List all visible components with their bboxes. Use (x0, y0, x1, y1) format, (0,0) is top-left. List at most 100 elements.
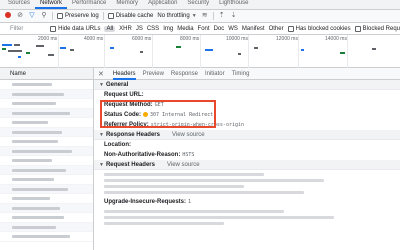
tab-timing[interactable]: Timing (232, 68, 250, 80)
tab-memory[interactable]: Memory (111, 0, 143, 9)
table-row[interactable] (0, 165, 93, 175)
network-overview-timeline[interactable]: 2000 ms 4000 ms 6000 ms 8000 ms 10000 ms… (0, 35, 400, 68)
redacted-text (12, 102, 56, 105)
type-filter-xhr[interactable]: XHR (119, 26, 132, 32)
disable-cache-checkbox[interactable]: Disable cache (107, 13, 153, 19)
tab-initiator[interactable]: Initiator (205, 68, 225, 80)
checkbox-box[interactable] (354, 25, 361, 32)
table-row[interactable] (0, 222, 93, 232)
table-row[interactable] (0, 99, 93, 109)
type-filter-font[interactable]: Font (198, 26, 210, 32)
checkbox-box[interactable] (50, 25, 57, 32)
triangle-down-icon: ▼ (99, 82, 104, 88)
tab-security[interactable]: Security (182, 0, 214, 9)
blocked-requests-label: Blocked Requ (362, 25, 400, 32)
checkbox-box[interactable] (287, 25, 294, 32)
wifi-icon[interactable]: ≋ (201, 12, 209, 20)
referrer-policy-key: Referrer Policy: (104, 122, 149, 128)
type-filter-doc[interactable]: Doc (214, 26, 225, 32)
type-filter-js[interactable]: JS (136, 26, 143, 32)
timeline-bar (254, 47, 258, 49)
close-icon[interactable]: ✕ (98, 70, 104, 78)
tab-application[interactable]: Application (143, 0, 182, 9)
details-tabbar: ✕ Headers Preview Response Initiator Tim… (94, 68, 400, 80)
request-details-pane: ✕ Headers Preview Response Initiator Tim… (94, 68, 400, 250)
filter-input[interactable]: Filter (10, 26, 46, 32)
timeline-gridline (298, 35, 299, 68)
request-url-row: Request URL: (94, 90, 400, 100)
download-icon[interactable]: ⇣ (230, 12, 238, 20)
table-row[interactable] (0, 184, 93, 194)
table-row[interactable] (0, 194, 93, 204)
table-row[interactable] (0, 156, 93, 166)
table-row[interactable] (0, 80, 93, 90)
timeline-tick-label: 4000 ms (84, 36, 104, 42)
request-headers-section-header[interactable]: ▼ Request Headers View source (94, 160, 400, 170)
timeline-gridline (104, 35, 105, 68)
tab-response[interactable]: Response (171, 68, 198, 80)
timeline-gridline (200, 35, 201, 68)
triangle-down-icon: ▼ (99, 162, 104, 168)
filter-icon[interactable]: ▽ (28, 12, 36, 20)
table-row[interactable] (0, 146, 93, 156)
redacted-text (12, 83, 52, 86)
has-blocked-cookies-label: Has blocked cookies (295, 25, 351, 32)
view-source-link[interactable]: View source (167, 162, 200, 168)
timeline-bar (8, 50, 22, 52)
type-filter-media[interactable]: Media (177, 26, 193, 32)
redacted-text (12, 187, 68, 191)
tab-network[interactable]: Network (35, 0, 68, 9)
name-column-header[interactable]: Name (0, 68, 93, 80)
status-code-value: 307 Internal Redirect (150, 112, 214, 118)
table-row[interactable] (0, 175, 93, 185)
timeline-gridline (152, 35, 153, 68)
table-row[interactable] (0, 89, 93, 99)
network-filterbar: Filter Hide data URLs All XHR JS CSS Img… (0, 23, 400, 35)
status-warning-icon (143, 111, 149, 117)
table-row[interactable] (0, 108, 93, 118)
has-blocked-cookies-checkbox[interactable]: Has blocked cookies (287, 25, 351, 32)
status-code-key: Status Code: (104, 112, 142, 118)
table-row[interactable] (0, 203, 93, 213)
timeline-tick-label: 8000 ms (180, 36, 200, 42)
type-filter-other[interactable]: Other (269, 26, 284, 32)
throttling-select[interactable]: No throttling ▼ (157, 13, 196, 19)
general-section-header[interactable]: ▼ General (94, 80, 400, 90)
type-filter-img[interactable]: Img (163, 26, 173, 32)
type-filter-css[interactable]: CSS (147, 26, 159, 32)
type-filter-ws[interactable]: WS (228, 26, 238, 32)
type-filter-all[interactable]: All (104, 25, 116, 32)
timeline-tick-label: 6000 ms (132, 36, 152, 42)
search-icon[interactable]: ⚲ (40, 12, 48, 20)
type-filter-manifest[interactable]: Manifest (242, 26, 265, 32)
preserve-log-checkbox[interactable]: Preserve log (57, 13, 99, 19)
tab-preview[interactable]: Preview (143, 68, 164, 80)
table-row[interactable] (0, 137, 93, 147)
requests-list: Name (0, 68, 94, 250)
timeline-gridline (347, 35, 348, 68)
redacted-text (12, 178, 54, 181)
checkbox-box[interactable] (107, 13, 114, 19)
tab-lighthouse[interactable]: Lighthouse (214, 0, 253, 9)
tab-sources[interactable]: Sources (3, 0, 35, 9)
upload-icon[interactable]: ⇡ (218, 12, 226, 20)
table-row[interactable] (0, 213, 93, 223)
blocked-requests-checkbox[interactable]: Blocked Requ (354, 25, 400, 32)
redacted-text (104, 173, 264, 176)
table-row[interactable] (0, 232, 93, 242)
location-row: Location: (94, 140, 400, 150)
table-row[interactable] (0, 127, 93, 137)
table-row[interactable] (0, 118, 93, 128)
clear-icon[interactable]: ⊘ (16, 12, 24, 20)
view-source-link[interactable]: View source (172, 132, 205, 138)
timeline-tick-label: 12000 ms (276, 36, 298, 42)
hide-data-urls-checkbox[interactable]: Hide data URLs (50, 25, 100, 32)
request-method-value: GET (154, 102, 164, 108)
checkbox-box[interactable] (57, 13, 63, 19)
tab-headers[interactable]: Headers (112, 68, 136, 80)
upgrade-insecure-requests-value: 1 (188, 199, 192, 205)
tab-performance[interactable]: Performance (67, 0, 111, 9)
response-headers-section-header[interactable]: ▼ Response Headers View source (94, 130, 400, 140)
record-icon[interactable] (4, 12, 12, 20)
non-authoritative-reason-row: Non-Authoritative-Reason: HSTS (94, 150, 400, 160)
